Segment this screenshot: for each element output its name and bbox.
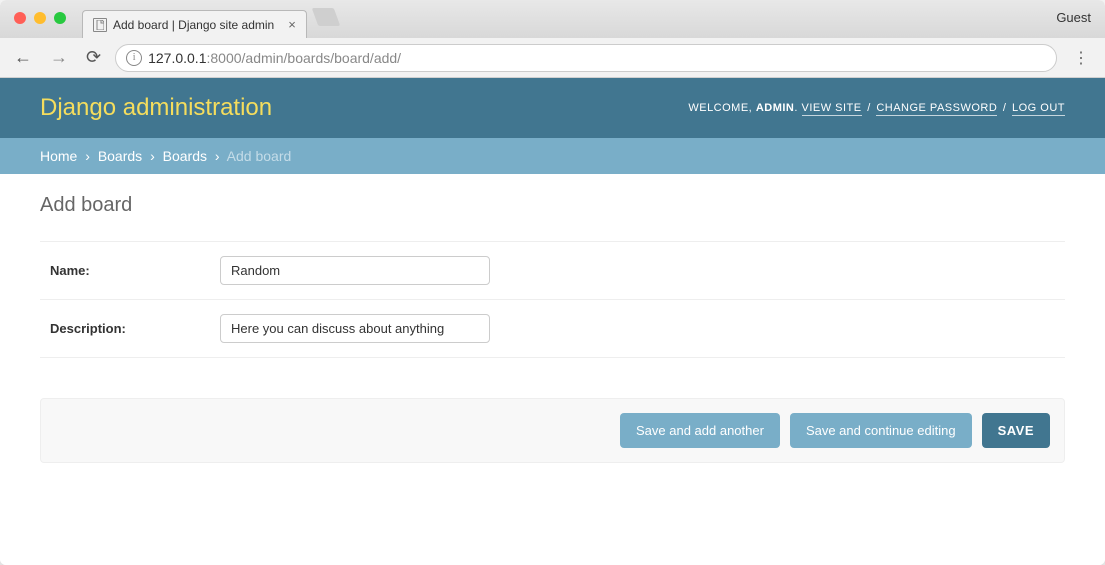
separator: /	[1003, 102, 1007, 114]
admin-header: Django administration WELCOME, ADMIN. VI…	[0, 78, 1105, 138]
breadcrumb: Home › Boards › Boards › Add board	[0, 138, 1105, 174]
browser-menu-button[interactable]: ⋮	[1067, 48, 1095, 68]
forward-button[interactable]: →	[46, 45, 72, 70]
browser-tab[interactable]: Add board | Django site admin ×	[82, 10, 307, 38]
profile-label[interactable]: Guest	[1056, 10, 1091, 25]
back-button[interactable]: ←	[10, 45, 36, 70]
traffic-lights	[0, 0, 78, 24]
url-path: :8000/admin/boards/board/add/	[206, 50, 401, 66]
name-label: Name:	[50, 263, 220, 278]
main-content: Add board Name: Description: Save and ad…	[0, 174, 1105, 483]
chevron-right-icon: ›	[215, 148, 220, 164]
reload-button[interactable]: ⟳	[82, 45, 105, 70]
site-branding[interactable]: Django administration	[40, 94, 272, 122]
breadcrumb-current: Add board	[227, 148, 292, 164]
tabs-area: Add board | Django site admin ×	[82, 0, 337, 38]
view-site-link[interactable]: VIEW SITE	[802, 102, 862, 116]
description-input[interactable]	[220, 314, 490, 343]
save-add-another-button[interactable]: Save and add another	[620, 413, 780, 448]
save-button[interactable]: SAVE	[982, 413, 1050, 448]
browser-window: Add board | Django site admin × Guest ← …	[0, 0, 1105, 565]
save-continue-button[interactable]: Save and continue editing	[790, 413, 972, 448]
breadcrumb-app[interactable]: Boards	[98, 148, 142, 164]
name-input[interactable]	[220, 256, 490, 285]
welcome-text: WELCOME,	[688, 102, 752, 114]
dot: .	[794, 102, 798, 114]
form-row-description: Description:	[40, 300, 1065, 358]
logout-link[interactable]: LOG OUT	[1012, 102, 1065, 116]
breadcrumb-home[interactable]: Home	[40, 148, 77, 164]
change-password-link[interactable]: CHANGE PASSWORD	[876, 102, 997, 116]
tab-close-icon[interactable]: ×	[288, 17, 296, 32]
url-bar[interactable]: i 127.0.0.1:8000/admin/boards/board/add/	[115, 44, 1057, 72]
username: ADMIN	[756, 102, 795, 114]
browser-titlebar: Add board | Django site admin × Guest	[0, 0, 1105, 38]
form-row-name: Name:	[40, 241, 1065, 300]
submit-row: Save and add another Save and continue e…	[40, 398, 1065, 463]
browser-toolbar: ← → ⟳ i 127.0.0.1:8000/admin/boards/boar…	[0, 38, 1105, 78]
chevron-right-icon: ›	[85, 148, 90, 164]
description-label: Description:	[50, 321, 220, 336]
breadcrumb-model[interactable]: Boards	[163, 148, 207, 164]
window-close-button[interactable]	[14, 12, 26, 24]
page-favicon-icon	[93, 18, 107, 32]
page-title: Add board	[40, 194, 1065, 217]
chevron-right-icon: ›	[150, 148, 155, 164]
site-info-icon[interactable]: i	[126, 50, 142, 66]
separator: /	[867, 102, 871, 114]
window-maximize-button[interactable]	[54, 12, 66, 24]
page-content: Django administration WELCOME, ADMIN. VI…	[0, 78, 1105, 565]
tab-title: Add board | Django site admin	[113, 18, 274, 32]
url-host: 127.0.0.1	[148, 50, 206, 66]
new-tab-button[interactable]	[312, 8, 341, 26]
window-minimize-button[interactable]	[34, 12, 46, 24]
user-links: WELCOME, ADMIN. VIEW SITE / CHANGE PASSW…	[688, 102, 1065, 114]
